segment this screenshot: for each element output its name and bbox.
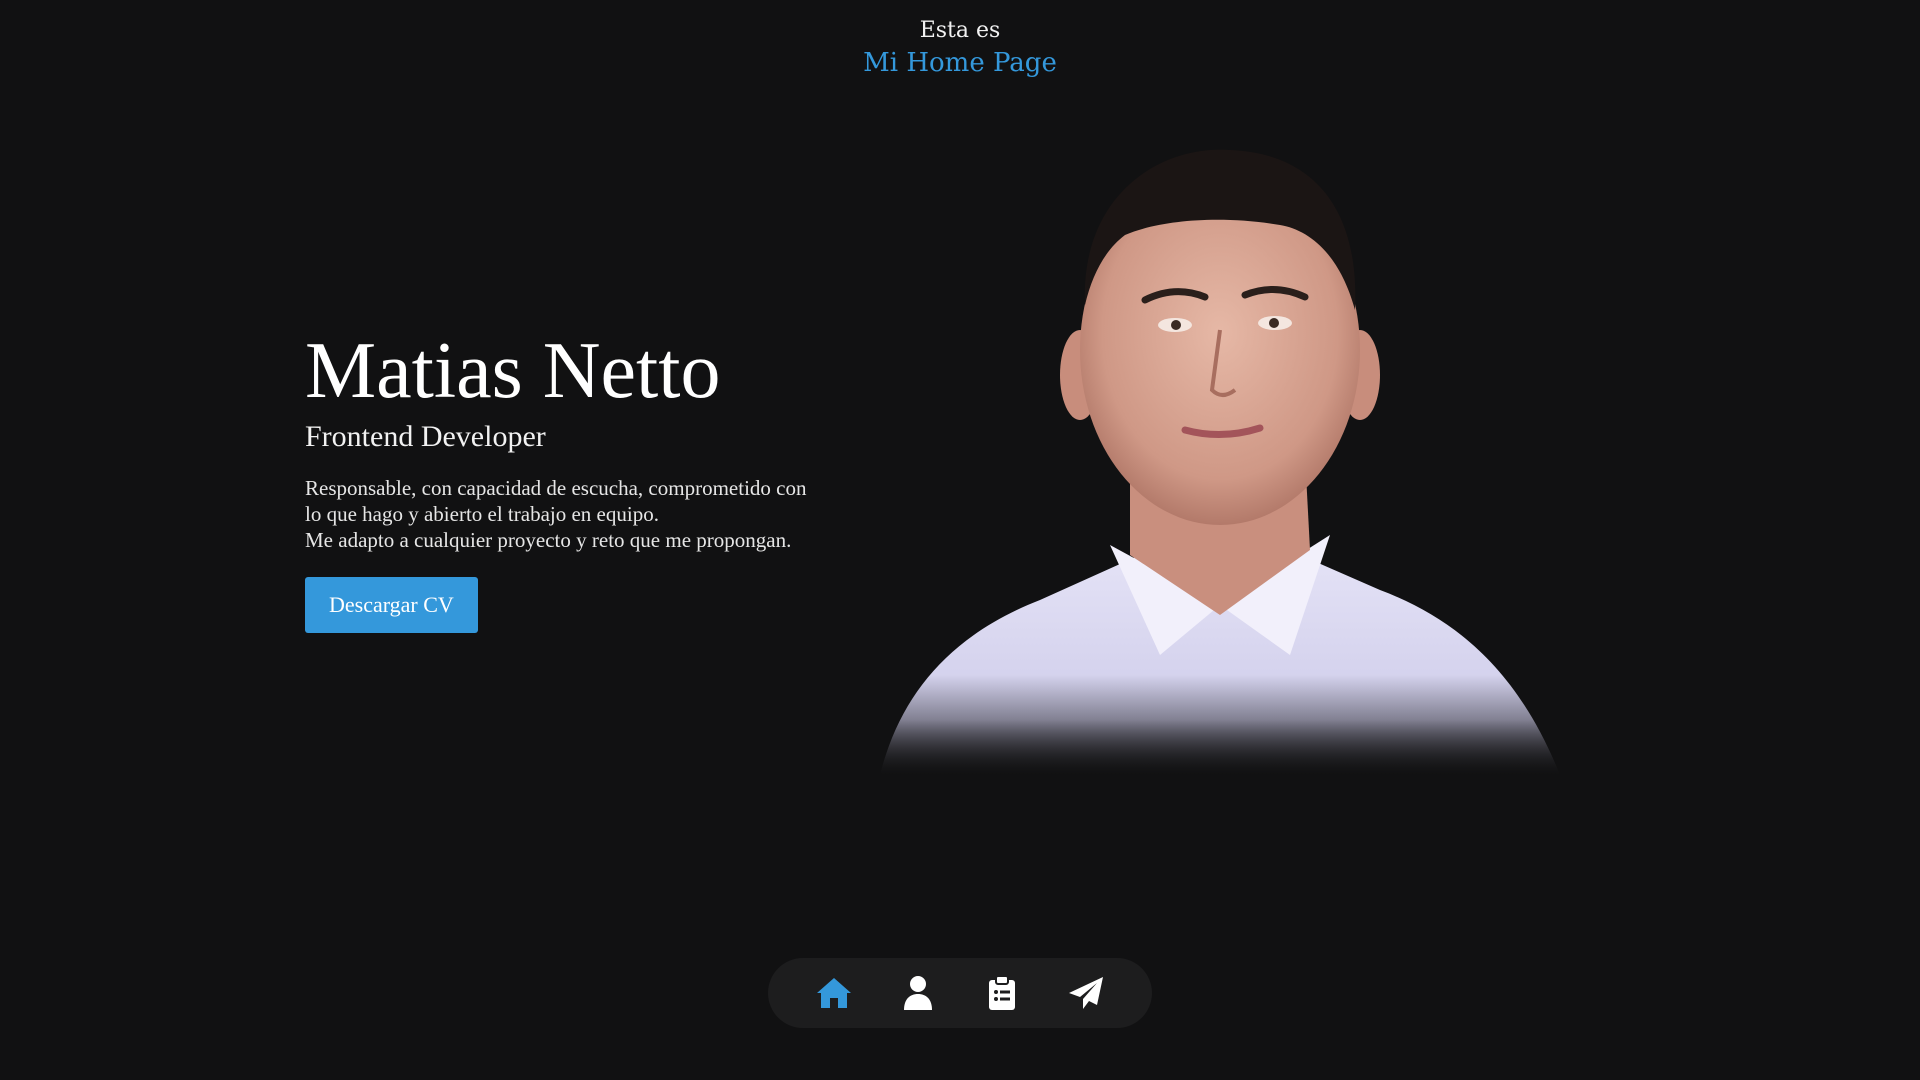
home-icon <box>817 978 851 1008</box>
nav-contact[interactable] <box>1062 969 1110 1017</box>
description-line: Responsable, con capacidad de escucha, c… <box>305 476 807 500</box>
person-role: Frontend Developer <box>305 420 546 453</box>
nav-home[interactable] <box>810 969 858 1017</box>
clipboard-list-icon <box>989 975 1015 1010</box>
user-icon <box>904 976 932 1010</box>
person-name: Matias Netto <box>305 327 721 415</box>
nav-about[interactable] <box>894 969 942 1017</box>
description-line: Me adapto a cualquier proyecto y reto qu… <box>305 528 792 552</box>
paper-plane-icon <box>1069 977 1103 1009</box>
person-description: Responsable, con capacidad de escucha, c… <box>305 475 865 553</box>
page-header: Esta es Mi Home Page <box>0 16 1920 80</box>
bottom-nav <box>768 958 1152 1028</box>
download-cv-button[interactable]: Descargar CV <box>305 577 478 633</box>
profile-photo <box>860 149 1600 785</box>
intro-section: Matias Netto Frontend Developer Responsa… <box>305 325 865 633</box>
nav-experience[interactable] <box>978 969 1026 1017</box>
home-page: Esta es Mi Home Page Matias Netto Fronte… <box>0 0 1920 1080</box>
description-line: lo que hago y abierto el trabajo en equi… <box>305 502 659 526</box>
site-title[interactable]: Mi Home Page <box>0 46 1920 80</box>
header-small-text: Esta es <box>919 18 1001 43</box>
